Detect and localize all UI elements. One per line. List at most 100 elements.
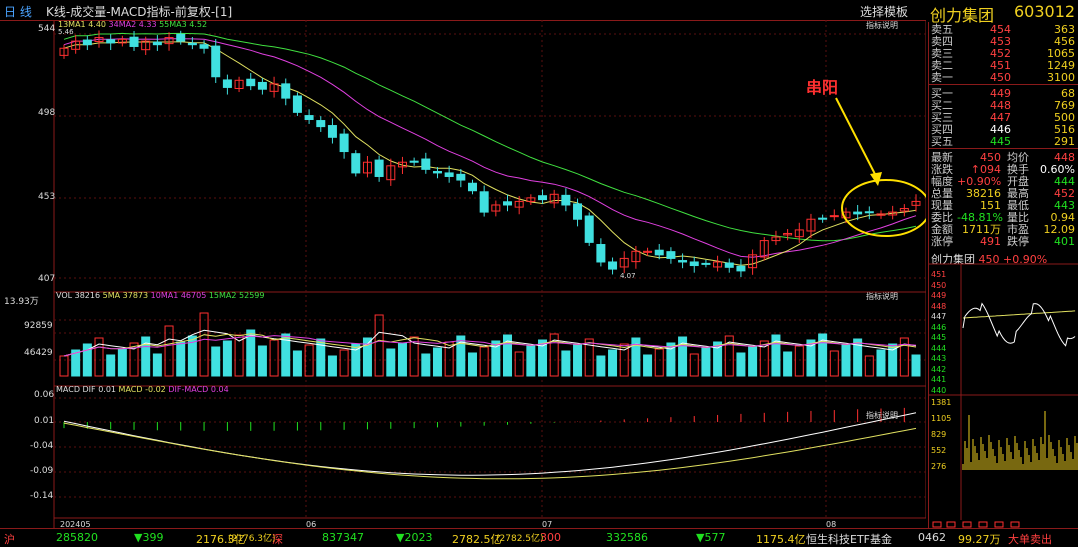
max-price-label: 5.46 bbox=[58, 28, 74, 36]
sz-index-change: ▼2023 bbox=[396, 531, 433, 544]
volume-help-link[interactable]: 指标说明 bbox=[866, 291, 898, 302]
candle-down bbox=[503, 201, 513, 206]
vol-ma3-value: 15MA2 52599 bbox=[208, 291, 265, 300]
mini-price-tick: 448 bbox=[931, 301, 947, 311]
vol-ma1-value: 5MA 37873 bbox=[102, 291, 149, 300]
mini-price-tick: 443 bbox=[931, 354, 947, 363]
intraday-mini-chart[interactable]: 创力集团 450 +0.90% 451 450 449 448 447 446 445 444… bbox=[928, 250, 1078, 528]
volume-bar bbox=[374, 314, 384, 377]
candle-down bbox=[596, 244, 606, 263]
volume-bar bbox=[783, 351, 793, 377]
volume-bar bbox=[292, 350, 302, 377]
macd-y-label: -0.14 bbox=[30, 491, 54, 501]
candle-down bbox=[467, 182, 477, 192]
candle-down bbox=[374, 159, 384, 177]
candle-down bbox=[701, 262, 711, 265]
macd-y-label: -0.04 bbox=[30, 441, 54, 451]
volume-bar bbox=[841, 344, 851, 377]
min-price-label: 4.07 bbox=[620, 272, 636, 280]
volume-bar bbox=[152, 353, 162, 377]
candle-down bbox=[654, 249, 664, 256]
kline-chart-svg[interactable] bbox=[0, 19, 931, 528]
candle-down bbox=[339, 133, 349, 153]
volume-bar bbox=[421, 353, 431, 377]
macd-dea-line bbox=[63, 422, 917, 480]
mini-price-tick: 444 bbox=[931, 343, 947, 353]
vol-value: VOL 38216 bbox=[56, 291, 101, 300]
sz-market-tab[interactable]: 深 bbox=[272, 531, 283, 547]
mini-price-tick: 442 bbox=[931, 364, 947, 374]
sh-turnover-prev: (2176.3亿) bbox=[228, 534, 276, 544]
template-select-button[interactable]: 选择模板 bbox=[860, 3, 908, 20]
macd-dea-value: MACD -0.02 bbox=[118, 385, 166, 394]
volume-bar bbox=[701, 347, 711, 377]
chart-area[interactable]: 544 498 453 407 5.46 4.07 13MA1 4.40 34M… bbox=[0, 19, 931, 529]
volume-bar bbox=[386, 348, 396, 377]
mini-chart-svg[interactable] bbox=[929, 250, 1078, 528]
sz-turnover-prev: (2782.5亿) bbox=[496, 534, 544, 544]
sz-turnover: 2782.5亿 bbox=[452, 533, 502, 546]
volume-bar bbox=[596, 355, 606, 377]
quote-stat-value: 401 bbox=[1054, 235, 1075, 248]
kline-help-link[interactable]: 指标说明 bbox=[866, 20, 898, 31]
ma1-line bbox=[63, 41, 917, 266]
sh-index-value: 285820 bbox=[56, 531, 98, 544]
volume-bar bbox=[561, 350, 571, 377]
candle-down bbox=[724, 262, 734, 268]
candle-down bbox=[409, 160, 419, 163]
candle-down bbox=[257, 81, 267, 90]
volume-bar bbox=[117, 348, 127, 377]
volume-bar bbox=[339, 349, 349, 377]
order-book-level: 买五 bbox=[931, 135, 953, 148]
quote-stat-row: 涨停 491 跌停 401 bbox=[929, 236, 1077, 248]
candle-down bbox=[853, 211, 863, 215]
chart-title[interactable]: K线-成交量-MACD指标-前复权-[1] bbox=[46, 3, 232, 20]
volume-bar bbox=[222, 340, 232, 377]
candle-down bbox=[538, 195, 548, 201]
volume-y-label: 92859 bbox=[24, 321, 53, 331]
candle-down bbox=[479, 191, 489, 213]
order-book-volume: 291 bbox=[1054, 135, 1075, 148]
order-book-row[interactable]: 买五 445 291 bbox=[929, 136, 1077, 148]
volume-bar bbox=[526, 345, 536, 377]
annotation-ellipse bbox=[841, 179, 931, 237]
volume-bar bbox=[327, 355, 337, 377]
order-book-row[interactable]: 卖一 450 3100 bbox=[929, 72, 1077, 84]
candle-down bbox=[736, 265, 746, 272]
candle-down bbox=[106, 39, 116, 44]
market-index-bar: 沪 285820 ▼399 2176.3亿 (2176.3亿) 深 837347… bbox=[0, 528, 1078, 547]
quote-stat-label: 涨停 bbox=[931, 235, 953, 248]
timeframe-selector[interactable]: 日 线 bbox=[4, 3, 32, 20]
annotation-arrow bbox=[835, 97, 879, 181]
cyb-index-change: ▼577 bbox=[696, 531, 726, 544]
ma1-value: 13MA1 4.40 bbox=[58, 20, 106, 29]
annotation-label: 串阳 bbox=[806, 78, 839, 97]
candle-down bbox=[327, 125, 337, 138]
kline-y-label: 453 bbox=[38, 192, 56, 202]
kline-y-label: 407 bbox=[38, 274, 56, 284]
ma3-line bbox=[63, 32, 917, 242]
volume-bar bbox=[689, 353, 699, 377]
macd-help-link[interactable]: 指标说明 bbox=[866, 410, 898, 421]
volume-bar bbox=[573, 344, 583, 377]
fund-ticker-name[interactable]: 恒生科技ETF基金 bbox=[806, 531, 892, 547]
volume-bar bbox=[829, 350, 839, 377]
sz-index-value: 837347 bbox=[322, 531, 364, 544]
macd-bar-value: DIF-MACD 0.04 bbox=[168, 385, 229, 394]
volume-bar bbox=[911, 354, 921, 377]
volume-bar bbox=[736, 352, 746, 377]
mini-price-tick: 441 bbox=[931, 375, 947, 384]
cyb-market-tab[interactable]: 300 bbox=[540, 531, 561, 544]
candle-down bbox=[176, 33, 186, 42]
candle-down bbox=[222, 79, 232, 88]
big-order-sell-label: 大单卖出 bbox=[1008, 533, 1052, 546]
mini-avg-line bbox=[962, 310, 1076, 319]
macd-y-label: -0.09 bbox=[30, 466, 54, 476]
candle-down bbox=[316, 120, 326, 128]
order-book-level: 卖一 bbox=[931, 71, 953, 84]
sh-market-tab[interactable]: 沪 bbox=[4, 531, 15, 547]
candle-down bbox=[211, 45, 221, 78]
candle-down bbox=[584, 215, 594, 243]
candle-down bbox=[187, 42, 197, 46]
mini-volume-tick: 276 bbox=[931, 462, 947, 471]
